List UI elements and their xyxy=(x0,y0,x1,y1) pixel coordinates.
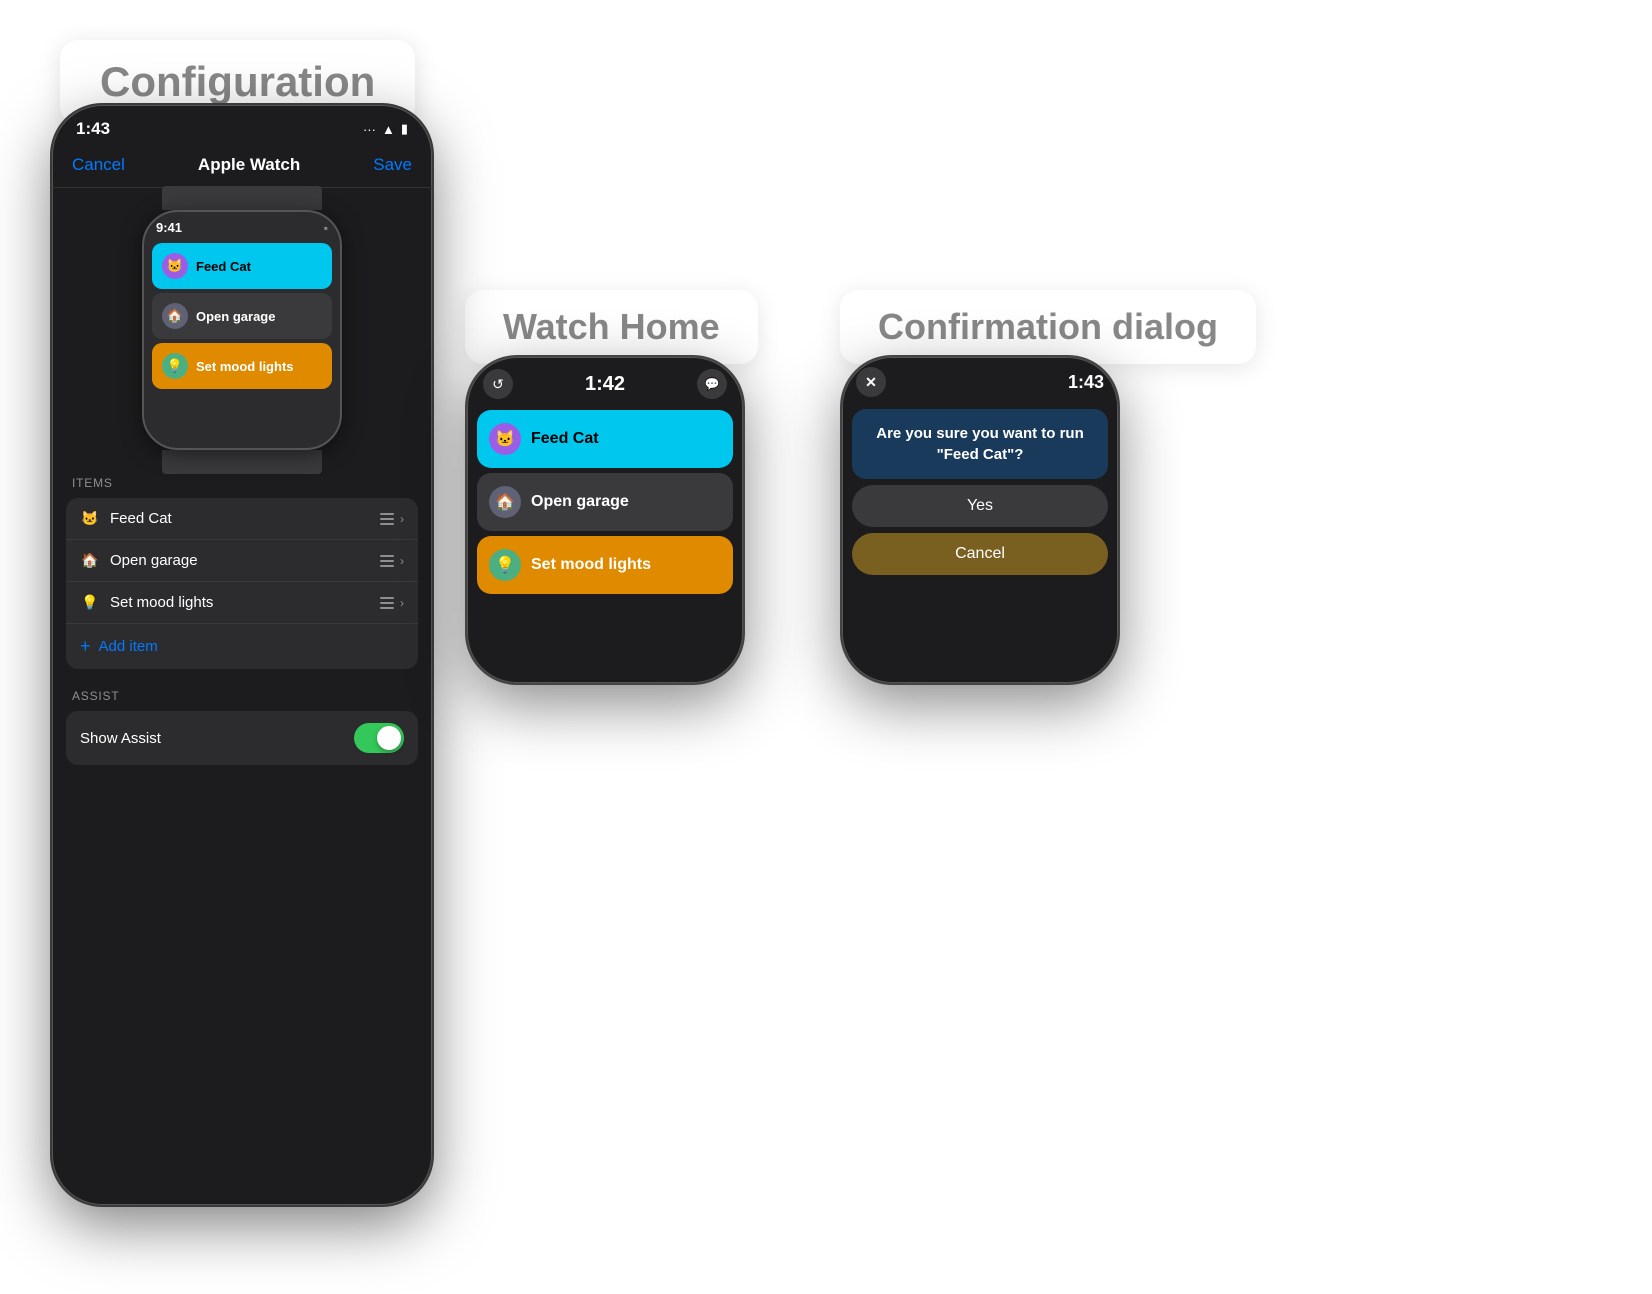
watch-home-open-garage-btn[interactable]: 🏠 Open garage xyxy=(477,473,733,531)
show-assist-toggle[interactable] xyxy=(354,723,404,753)
iphone-status-bar: 1:43 ··· ▲ ▮ xyxy=(52,105,432,147)
confirm-watch-device: ✕ 1:43 Are you sure you want to run "Fee… xyxy=(840,355,1120,685)
open-garage-text: Open garage xyxy=(110,552,370,569)
confirm-question-text: Are you sure you want to run "Feed Cat"? xyxy=(852,409,1108,479)
watch-feed-cat-icon: 🐱 xyxy=(489,423,521,455)
add-item-label: Add item xyxy=(99,638,158,655)
watch-home-bottom-band xyxy=(495,683,715,685)
watch-home-side-btn xyxy=(743,525,745,545)
watch-light-icon: 💡 xyxy=(489,549,521,581)
mood-lights-right: › xyxy=(380,596,404,610)
show-assist-label: Show Assist xyxy=(80,730,161,747)
iphone-frame: 1:43 ··· ▲ ▮ Cancel Apple Watch Save 9:4… xyxy=(52,105,432,1205)
configuration-title: Configuration xyxy=(100,58,375,105)
confirm-watch-top-band xyxy=(870,355,1090,357)
wifi-icon: ▲ xyxy=(382,122,395,137)
confirm-watch-bottom-band xyxy=(870,683,1090,685)
open-garage-label: Open garage xyxy=(196,309,275,324)
confirm-close-button[interactable]: ✕ xyxy=(856,367,886,397)
watch-home-mood-lights-btn[interactable]: 💡 Set mood lights xyxy=(477,536,733,594)
confirm-time: 1:43 xyxy=(1068,372,1104,393)
watch-home-message-icon: 💬 xyxy=(697,369,727,399)
add-item-row[interactable]: + Add item xyxy=(66,624,418,669)
chevron-right-icon-3: › xyxy=(400,596,404,610)
watch-band-top xyxy=(162,186,322,210)
iphone-status-icons: ··· ▲ ▮ xyxy=(363,121,408,137)
mood-lights-icon: 💡 xyxy=(80,594,100,611)
watch-home-crown xyxy=(743,457,745,507)
watch-garage-icon: 🏠 xyxy=(489,486,521,518)
open-garage-right: › xyxy=(380,554,404,568)
watch-home-label-box: Watch Home xyxy=(465,290,758,364)
watch-preview-open-garage-btn[interactable]: 🏠 Open garage xyxy=(152,293,332,339)
chevron-right-icon: › xyxy=(400,512,404,526)
confirm-watch-crown xyxy=(1118,457,1120,507)
iphone-nav-bar: Cancel Apple Watch Save xyxy=(52,147,432,188)
feed-cat-label: Feed Cat xyxy=(196,259,251,274)
watch-preview-time: 9:41 xyxy=(156,220,182,235)
items-section: ITEMS 🐱 Feed Cat › 🏠 Open garage xyxy=(52,476,432,669)
battery-icon: ▮ xyxy=(401,121,408,137)
watch-feed-cat-label: Feed Cat xyxy=(531,430,599,448)
items-section-label: ITEMS xyxy=(66,476,418,490)
watch-small-frame: 9:41 ▪ 🐱 Feed Cat 🏠 Open garage 💡 Set mo… xyxy=(142,210,342,450)
list-item-mood-lights[interactable]: 💡 Set mood lights › xyxy=(66,582,418,624)
watch-preview: 9:41 ▪ 🐱 Feed Cat 🏠 Open garage 💡 Set mo… xyxy=(142,208,342,452)
add-plus-icon: + xyxy=(80,636,91,657)
confirm-yes-button[interactable]: Yes xyxy=(852,485,1108,527)
mood-lights-text: Set mood lights xyxy=(110,594,370,611)
watch-preview-icon: ▪ xyxy=(324,221,328,235)
watch-home-title: Watch Home xyxy=(503,306,720,347)
watch-preview-status: 9:41 ▪ xyxy=(144,212,340,239)
dots-icon: ··· xyxy=(363,122,376,137)
confirm-dialog-label-box: Confirmation dialog xyxy=(840,290,1256,364)
save-button[interactable]: Save xyxy=(373,155,412,175)
feed-cat-text: Feed Cat xyxy=(110,510,370,527)
hamburger-icon-2 xyxy=(380,555,394,567)
watch-preview-mood-lights-btn[interactable]: 💡 Set mood lights xyxy=(152,343,332,389)
nav-title: Apple Watch xyxy=(198,155,300,175)
chevron-right-icon-2: › xyxy=(400,554,404,568)
watch-home-status-bar: ↺ 1:42 💬 xyxy=(467,357,743,405)
watch-home-time: 1:42 xyxy=(585,373,625,396)
hamburger-icon xyxy=(380,513,394,525)
watch-open-garage-label: Open garage xyxy=(531,493,629,511)
assist-section-label: ASSIST xyxy=(66,689,418,703)
mood-lights-label: Set mood lights xyxy=(196,359,294,374)
items-list: 🐱 Feed Cat › 🏠 Open garage › xyxy=(66,498,418,669)
confirm-header: ✕ 1:43 xyxy=(842,357,1118,403)
list-item-open-garage[interactable]: 🏠 Open garage › xyxy=(66,540,418,582)
feed-cat-right: › xyxy=(380,512,404,526)
hamburger-icon-3 xyxy=(380,597,394,609)
list-item-feed-cat[interactable]: 🐱 Feed Cat › xyxy=(66,498,418,540)
assist-section: ASSIST Show Assist xyxy=(52,689,432,765)
feed-cat-icon: 🐱 xyxy=(80,510,100,527)
watch-home-top-band xyxy=(495,355,715,357)
watch-preview-container: 9:41 ▪ 🐱 Feed Cat 🏠 Open garage 💡 Set mo… xyxy=(52,188,432,462)
open-garage-icon: 🏠 xyxy=(80,552,100,569)
light-icon: 💡 xyxy=(162,353,188,379)
watch-band-bottom xyxy=(162,450,322,474)
watch-mood-lights-label: Set mood lights xyxy=(531,556,651,574)
watch-preview-feed-cat-btn[interactable]: 🐱 Feed Cat xyxy=(152,243,332,289)
confirm-cancel-button[interactable]: Cancel xyxy=(852,533,1108,575)
cancel-button[interactable]: Cancel xyxy=(72,155,125,175)
watch-home-refresh-icon: ↺ xyxy=(483,369,513,399)
watch-home-feed-cat-btn[interactable]: 🐱 Feed Cat xyxy=(477,410,733,468)
cat-icon: 🐱 xyxy=(162,253,188,279)
garage-icon: 🏠 xyxy=(162,303,188,329)
iphone-time: 1:43 xyxy=(76,119,110,139)
confirm-watch-side-btn xyxy=(1118,525,1120,545)
assist-row: Show Assist xyxy=(66,711,418,765)
watch-home-device: ↺ 1:42 💬 🐱 Feed Cat 🏠 Open garage 💡 Set … xyxy=(465,355,745,685)
confirm-dialog-title: Confirmation dialog xyxy=(878,306,1218,347)
